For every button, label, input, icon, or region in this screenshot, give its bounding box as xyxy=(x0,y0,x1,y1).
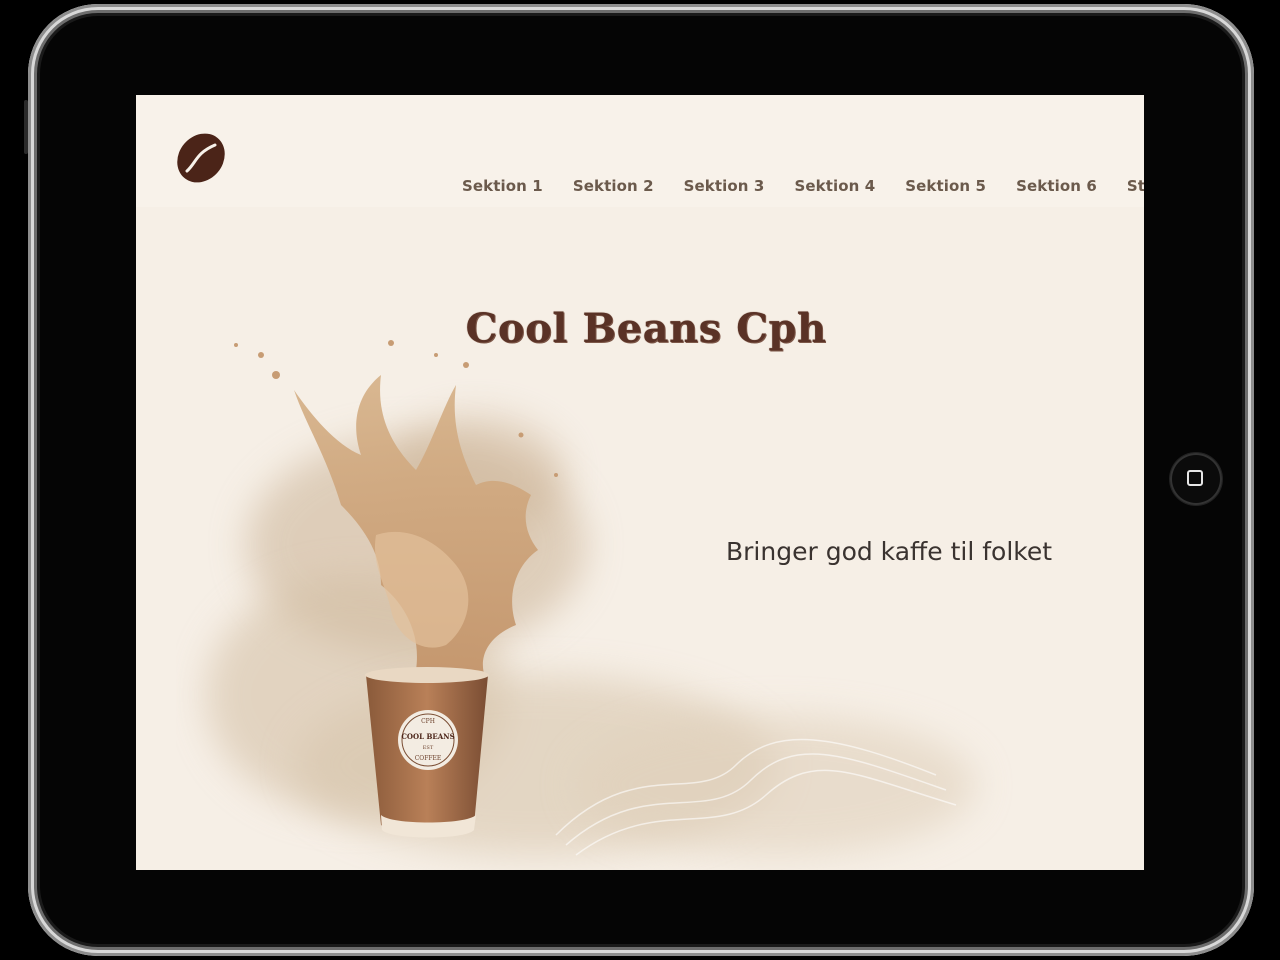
coffee-cup: CPH COOL BEANS EST COFFEE xyxy=(365,667,489,838)
tablet-side-button[interactable] xyxy=(24,100,28,154)
nav-item-sektion-6[interactable]: Sektion 6 xyxy=(1016,177,1097,195)
nav-item-sektion-5[interactable]: Sektion 5 xyxy=(905,177,986,195)
nav-item-sektion-2[interactable]: Sektion 2 xyxy=(573,177,654,195)
tablet-screen: CPH COOL BEANS EST COFFEE Sektion 1 Sekt… xyxy=(136,95,1144,870)
coffee-splash-illustration: CPH COOL BEANS EST COFFEE xyxy=(206,340,976,856)
coffee-bean-icon[interactable] xyxy=(174,131,228,185)
nav-item-sektion-1[interactable]: Sektion 1 xyxy=(462,177,543,195)
nav-item-styletile[interactable]: Styletile xyxy=(1127,177,1144,195)
hero-tagline: Bringer god kaffe til folket xyxy=(726,537,1053,566)
cup-badge-bottom: COFFEE xyxy=(415,755,442,762)
main-nav: Sektion 1 Sektion 2 Sektion 3 Sektion 4 … xyxy=(462,177,1144,195)
cup-badge-top: CPH xyxy=(421,718,435,725)
nav-item-sektion-4[interactable]: Sektion 4 xyxy=(794,177,875,195)
site-header: Sektion 1 Sektion 2 Sektion 3 Sektion 4 … xyxy=(136,95,1144,207)
nav-item-sektion-3[interactable]: Sektion 3 xyxy=(684,177,765,195)
cup-badge-mid: EST xyxy=(423,745,434,751)
page-title: Cool Beans Cph xyxy=(465,305,827,352)
home-button-icon[interactable] xyxy=(1170,453,1222,505)
smoke-cloud xyxy=(206,415,976,855)
screenshot-stage: CPH COOL BEANS EST COFFEE Sektion 1 Sekt… xyxy=(0,0,1280,960)
cup-badge-main: COOL BEANS xyxy=(401,732,454,741)
